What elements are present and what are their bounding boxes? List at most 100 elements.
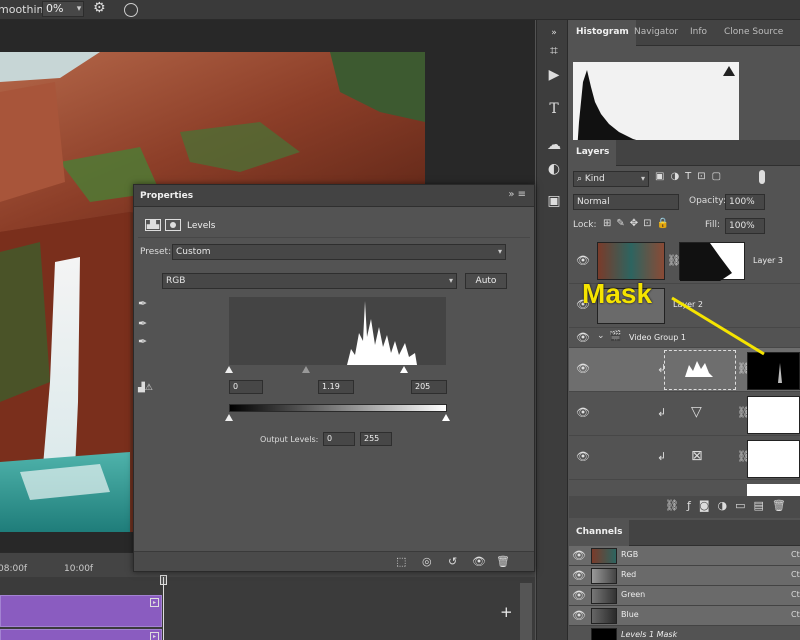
channel-name: Levels 1 Mask (621, 630, 678, 639)
tab-clone-source[interactable]: Clone Source (717, 20, 790, 46)
libraries-icon[interactable]: ☁ (545, 136, 563, 154)
layer-mask-thumbnail[interactable] (747, 396, 800, 434)
tab-info[interactable]: Info (683, 20, 714, 46)
add-media-button[interactable]: + (500, 603, 513, 621)
white-output-slider[interactable] (442, 414, 450, 421)
video-group-icon: 🎬 (609, 331, 622, 342)
channel-thumbnail (591, 548, 617, 564)
white-input-slider[interactable] (400, 366, 408, 373)
eye-icon[interactable]: 👁 (572, 549, 586, 563)
airbrush-icon[interactable] (124, 3, 138, 17)
brush-settings-icon[interactable]: ⌗ (545, 42, 563, 60)
eye-icon[interactable]: 👁 (572, 569, 586, 583)
preset-select[interactable]: Custom ▾ (172, 244, 506, 260)
chevron-down-icon[interactable]: ▾ (72, 1, 86, 17)
black-eyedropper-icon[interactable]: ✒ (138, 297, 154, 310)
video-clip[interactable]: ▸ (0, 595, 162, 627)
layer-row[interactable]: 👁 ↲ ▽ ⛓ (569, 392, 800, 436)
channel-row[interactable]: 👁 Green Ct (569, 586, 800, 606)
clip-to-layer-icon[interactable]: ⬚ (396, 555, 406, 568)
layer-mask-thumbnail[interactable] (747, 484, 800, 496)
panel-menu-icon[interactable]: » ≡ (508, 189, 526, 200)
layer-filter-select[interactable]: ⌕ Kind ▾ (573, 171, 649, 187)
auto-button[interactable]: Auto (465, 273, 507, 289)
layers-footer: ⛓ƒ◙◑▭▤🗑 (569, 496, 800, 518)
mask-annotation: Mask (582, 278, 653, 309)
channel-name: Red (621, 570, 637, 579)
filter-toggle[interactable] (759, 170, 765, 184)
lock-icons[interactable]: ⊞✎✥⊡🔒 (603, 218, 674, 229)
input-white-field[interactable]: 205 (411, 380, 447, 394)
collapse-icon[interactable]: » (545, 24, 563, 42)
mask-icon[interactable] (165, 219, 181, 231)
eye-icon[interactable]: 👁 (576, 450, 590, 464)
filter-icons[interactable]: ▣◑T⊡▢ (655, 171, 727, 182)
timeline-scrollbar[interactable] (520, 583, 532, 640)
gray-eyedropper-icon[interactable]: ✒ (138, 317, 154, 330)
adjustments-icon[interactable]: ◐ (545, 160, 563, 178)
gamma-input-slider[interactable] (302, 366, 310, 373)
chevron-down-icon[interactable]: ⌄ (597, 331, 605, 341)
layers-footer-icons[interactable]: ⛓ƒ◙◑▭▤🗑 (665, 499, 794, 512)
properties-header[interactable]: Properties » ≡ (134, 185, 534, 207)
trash-icon[interactable]: 🗑 (496, 555, 510, 568)
properties-footer: ⬚ ◎ ↺ 👁 🗑 (134, 551, 534, 571)
vibrance-icon[interactable]: ▽ (691, 404, 702, 420)
channel-name: Blue (621, 610, 639, 619)
eye-icon[interactable]: 👁 (576, 331, 590, 345)
black-output-slider[interactable] (225, 414, 233, 421)
properties-panel: Properties » ≡ ▟▙ Levels Preset: Custom … (133, 184, 535, 572)
channel-row[interactable]: 👁 Red Ct (569, 566, 800, 586)
layer-row[interactable]: 👁 ↲ ⊠ ⛓ (569, 436, 800, 480)
character-icon[interactable]: T (545, 100, 563, 118)
white-eyedropper-icon[interactable]: ✒ (138, 335, 154, 348)
eye-icon[interactable]: 👁 (576, 362, 590, 376)
clip-menu-icon[interactable]: ▸ (150, 632, 159, 640)
layer-mask-thumbnail[interactable] (679, 242, 745, 281)
video-clip[interactable]: ▸ (0, 629, 162, 640)
opacity-input[interactable]: 100% (725, 194, 765, 210)
input-gamma-field[interactable]: 1.19 (318, 380, 354, 394)
channel-select[interactable]: RGB ▾ (162, 273, 457, 289)
layer-mask-thumbnail[interactable] (747, 440, 800, 478)
clipping-warning-icon[interactable]: ▟⚠ (138, 383, 154, 393)
clip-menu-icon[interactable]: ▸ (150, 598, 159, 607)
playhead (163, 577, 164, 640)
black-input-slider[interactable] (225, 366, 233, 373)
chevron-down-icon: ▾ (448, 276, 453, 285)
levels-icon[interactable]: ▟▙ (145, 219, 161, 231)
reset-icon[interactable]: ↺ (448, 555, 457, 568)
input-black-field[interactable]: 0 (229, 380, 263, 394)
eye-icon[interactable]: 👁 (576, 406, 590, 420)
output-white-field[interactable]: 255 (360, 432, 392, 446)
tab-layers[interactable]: Layers (569, 140, 617, 166)
gear-icon[interactable]: ⚙ (93, 0, 106, 16)
layer-name: Layer 3 (753, 256, 783, 265)
tab-channels[interactable]: Channels (569, 520, 630, 546)
photo-filter-icon[interactable]: ⊠ (691, 448, 703, 464)
output-gradient (229, 404, 447, 412)
eye-icon[interactable]: 👁 (572, 609, 586, 623)
blend-mode-select[interactable]: Normal (573, 194, 679, 210)
clipping-warning-icon[interactable] (723, 66, 735, 76)
channel-row[interactable]: 👁 RGB Ct (569, 546, 800, 566)
eye-icon[interactable]: 👁 (572, 589, 586, 603)
chevron-down-icon: ▾ (497, 247, 502, 256)
panel-icon-strip: » ⌗ ▶ T ☁ ◐ ▣ (536, 20, 568, 640)
output-black-field[interactable]: 0 (323, 432, 355, 446)
channel-thumbnail (591, 608, 617, 624)
eye-icon[interactable]: 👁 (576, 254, 590, 268)
channel-row[interactable]: 👁 Blue Ct (569, 606, 800, 626)
chevron-down-icon: ▾ (640, 174, 645, 183)
eye-icon[interactable]: 👁 (472, 555, 486, 568)
tab-navigator[interactable]: Navigator (627, 20, 685, 46)
lock-label: Lock: (573, 220, 597, 230)
fill-input[interactable]: 100% (725, 218, 765, 234)
clip-arrow-icon: ↲ (657, 450, 667, 463)
play-icon[interactable]: ▶ (545, 66, 563, 84)
opacity-label: Opacity: (689, 196, 726, 206)
tab-histogram[interactable]: Histogram (569, 20, 636, 46)
channel-row[interactable]: Levels 1 Mask (569, 626, 800, 640)
view-previous-icon[interactable]: ◎ (422, 555, 432, 568)
properties-icon[interactable]: ▣ (545, 192, 563, 210)
